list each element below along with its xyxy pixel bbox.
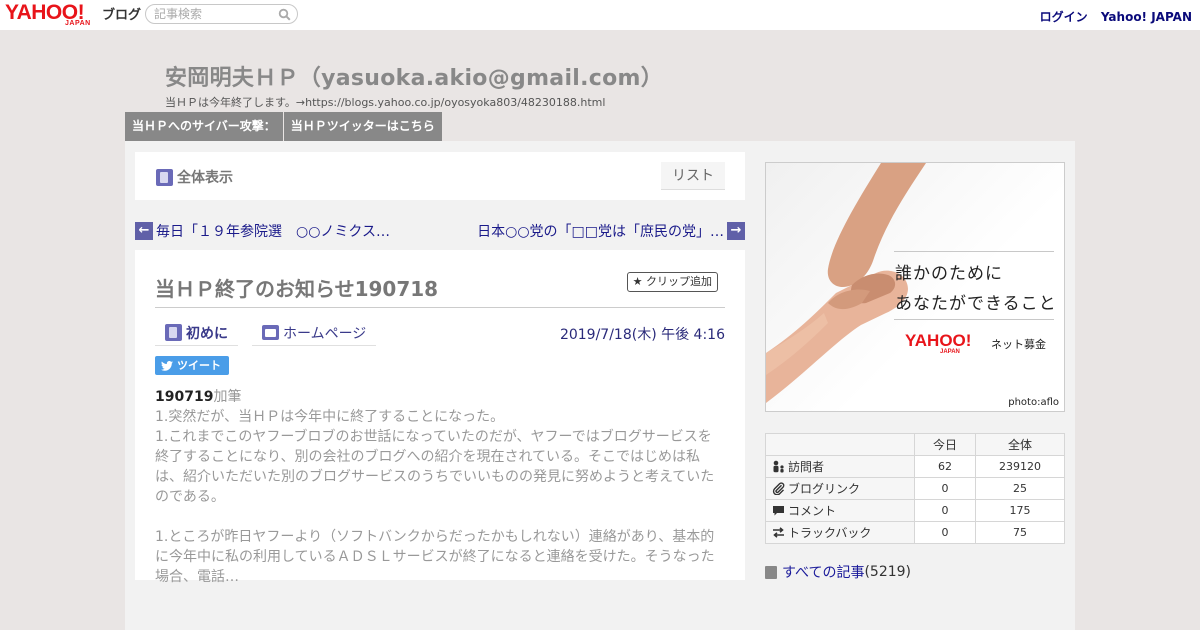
article-date: 2019/7/18(木) 午後 4:16 <box>559 327 725 343</box>
comment-total: 175 <box>975 499 1065 522</box>
sidebar: 誰かのために あなたができること YAHOO! JAPAN ネット募金 phot… <box>765 162 1065 582</box>
trackback-icon <box>773 527 784 538</box>
search-box <box>145 4 298 24</box>
arrow-right-icon: → <box>727 222 745 240</box>
stats-row-label: 訪問者 <box>765 455 915 478</box>
stats-row-label: コメント <box>765 499 915 522</box>
stats-row-label: ブログリンク <box>765 477 915 500</box>
body-paragraph: 1.突然だが、当ＨＰは今年中に終了することになった。 <box>155 409 505 425</box>
article: 当ＨＰ終了のお知らせ190718 ★ クリップ追加 初めに ホームページ 201… <box>135 250 745 585</box>
bloglink-today: 0 <box>914 477 976 500</box>
show-all-tab[interactable]: 全体表示 <box>156 167 233 187</box>
category-primary-label: 初めに <box>186 325 228 342</box>
search-icon[interactable] <box>278 8 291 21</box>
main-column: 全体表示 リスト ← 毎日「１９年参院選 ○○ノミクス… 日本○○党の「□□党は… <box>135 152 745 585</box>
visitors-total: 239120 <box>975 455 1065 478</box>
ad-brand-label: ネット募金 <box>991 338 1046 351</box>
visitors-icon <box>773 460 784 473</box>
body-lead-bold: 190719 <box>155 389 214 405</box>
tweet-button[interactable]: ツイート <box>155 356 229 375</box>
clip-add-label: クリップ追加 <box>646 275 712 288</box>
stats-row-label: トラックバック <box>765 521 915 544</box>
trackback-total: 75 <box>975 521 1065 544</box>
ad-divider <box>894 251 1054 252</box>
all-posts-count: (5219) <box>864 564 912 580</box>
body-lead-rest: 加筆 <box>213 389 242 405</box>
visitors-label: 訪問者 <box>788 460 825 474</box>
clip-add-button[interactable]: ★ クリップ追加 <box>626 272 718 292</box>
blog-title[interactable]: 安岡明夫ＨＰ（yasuoka.akio@gmail.com） <box>165 60 663 92</box>
tweet-label: ツイート <box>177 359 221 372</box>
all-posts-row: すべての記事 (5219) <box>765 562 1065 582</box>
trackback-today: 0 <box>914 521 976 544</box>
book-icon <box>156 168 173 186</box>
top-bar: YAHOO! JAPAN ブログ ログイン Yahoo! JAPAN <box>0 0 1200 30</box>
article-title[interactable]: 当ＨＰ終了のお知らせ190718 <box>155 273 438 302</box>
blog-description: 当ＨＰは今年終了します。→https://blogs.yahoo.co.jp/o… <box>165 96 606 109</box>
stats-row: ブログリンク 0 25 <box>765 477 1065 500</box>
ad-banner[interactable]: 誰かのために あなたができること YAHOO! JAPAN ネット募金 phot… <box>765 162 1065 412</box>
content-area: 全体表示 リスト ← 毎日「１９年参院選 ○○ノミクス… 日本○○党の「□□党は… <box>125 141 1075 630</box>
category-secondary-label: ホームページ <box>283 325 367 342</box>
stats-header-row: 今日 全体 <box>765 433 1065 456</box>
folder-icon <box>262 325 279 340</box>
ad-headline-2: あなたができること <box>895 294 1057 314</box>
menu-item-twitter[interactable]: 当ＨＰツイッターはこちら <box>283 112 442 141</box>
stats-row: コメント 0 175 <box>765 499 1065 522</box>
next-article-link[interactable]: 日本○○党の「□□党は「庶民の党」… → <box>477 221 745 241</box>
comment-icon <box>773 506 784 516</box>
blog-menu: 当ＨＰへのサイバー攻撃： 当ＨＰツイッターはこちら <box>125 112 443 141</box>
prev-article-link[interactable]: ← 毎日「１９年参院選 ○○ノミクス… <box>135 221 390 241</box>
ad-yahoo-logo-sub: JAPAN <box>940 349 960 355</box>
book-icon <box>165 324 182 341</box>
body-lead: 190719加筆 <box>155 387 725 407</box>
category-secondary[interactable]: ホームページ <box>252 320 377 346</box>
view-bar: 全体表示 リスト <box>135 152 745 200</box>
stats-header-blank <box>765 433 915 456</box>
list-button[interactable]: リスト <box>661 162 725 190</box>
prev-article-title: 毎日「１９年参院選 ○○ノミクス… <box>156 224 391 240</box>
ad-divider <box>894 319 1054 320</box>
arrow-left-icon: ← <box>135 222 153 240</box>
ad-photo-credit: photo:aflo <box>1008 397 1059 408</box>
stats-row: 訪問者 62 239120 <box>765 455 1065 478</box>
login-link[interactable]: ログイン <box>1040 10 1088 24</box>
comment-label: コメント <box>788 504 837 518</box>
yahoo-japan-link[interactable]: Yahoo! JAPAN <box>1101 10 1192 24</box>
star-icon: ★ <box>632 275 643 288</box>
title-divider <box>155 307 725 308</box>
twitter-bird-icon <box>161 360 173 371</box>
access-stats-table: 今日 全体 訪問者 62 239120 ブログリンク 0 25 コメント 0 1… <box>765 433 1065 544</box>
ad-yahoo-logo: YAHOO! <box>905 331 972 350</box>
comment-today: 0 <box>914 499 976 522</box>
service-label[interactable]: ブログ <box>102 4 141 23</box>
search-input[interactable] <box>154 7 274 21</box>
trackback-label: トラックバック <box>788 526 872 540</box>
logo-sub: JAPAN <box>65 20 91 27</box>
ad-headline-1: 誰かのために <box>895 264 1003 284</box>
next-article-title: 日本○○党の「□□党は「庶民の党」… <box>477 224 724 240</box>
category-row: 初めに ホームページ <box>155 320 390 346</box>
stats-header-total: 全体 <box>975 433 1065 456</box>
stats-row: トラックバック 0 75 <box>765 521 1065 544</box>
all-posts-link[interactable]: すべての記事 <box>782 562 864 582</box>
body-paragraph: 1.ところが昨日ヤフーより（ソフトバンクからだったかもしれない）連絡があり、基本… <box>155 529 715 585</box>
article-pager: ← 毎日「１９年参院選 ○○ノミクス… 日本○○党の「□□党は「庶民の党」… → <box>135 204 745 250</box>
show-all-label: 全体表示 <box>177 170 233 186</box>
bloglink-total: 25 <box>975 477 1065 500</box>
category-primary[interactable]: 初めに <box>155 320 238 346</box>
paperclip-icon <box>772 482 785 495</box>
handshake-image <box>766 163 926 403</box>
book-icon <box>765 565 777 579</box>
bloglink-label: ブログリンク <box>788 482 861 496</box>
menu-item-cyber-attack[interactable]: 当ＨＰへのサイバー攻撃： <box>125 112 283 141</box>
yahoo-logo[interactable]: YAHOO! JAPAN <box>5 1 101 27</box>
visitors-today: 62 <box>914 455 976 478</box>
body-paragraph: 1.これまでこのヤフーブロブのお世話になっていたのだが、ヤフーではブログサービス… <box>155 429 715 505</box>
stats-header-today: 今日 <box>914 433 976 456</box>
top-links: ログイン Yahoo! JAPAN <box>1031 8 1192 25</box>
article-body: 190719加筆 1.突然だが、当ＨＰは今年中に終了することになった。 1.これ… <box>155 387 725 587</box>
